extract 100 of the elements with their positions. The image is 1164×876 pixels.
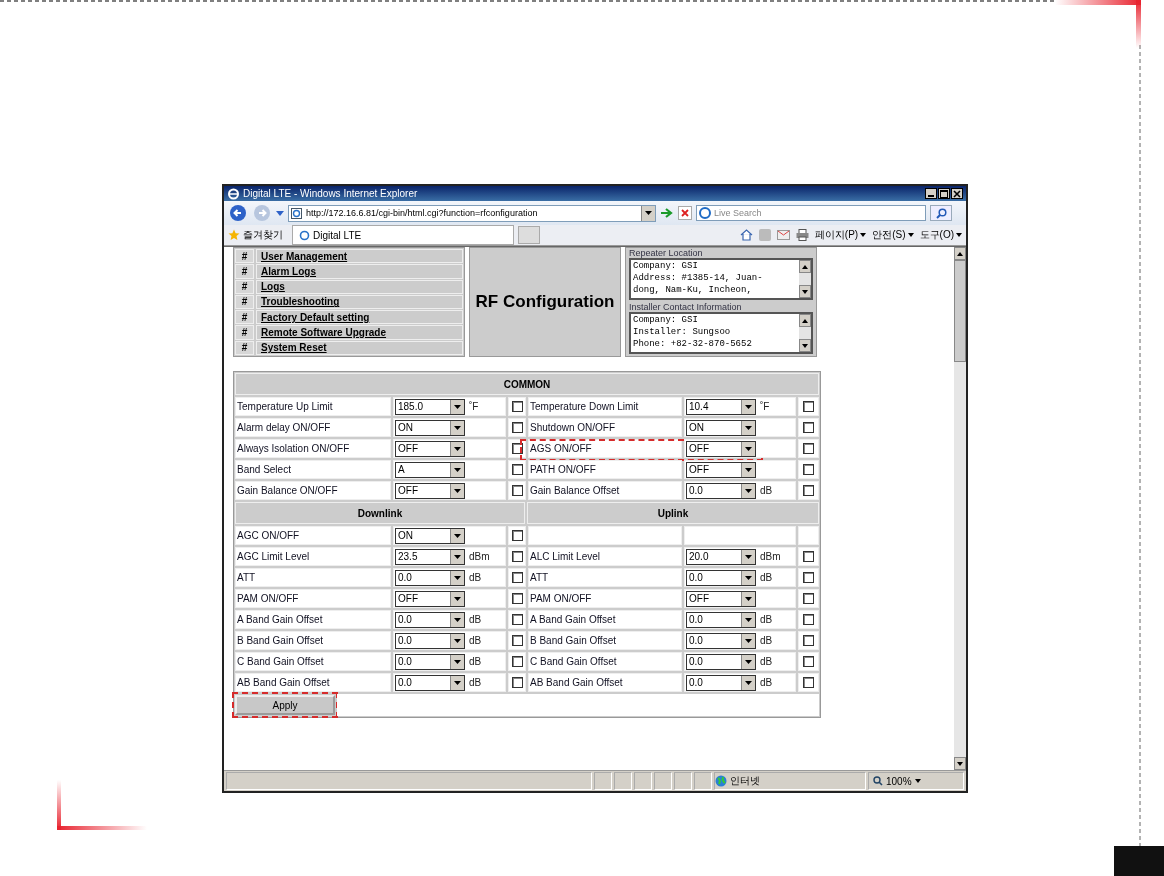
mail-icon[interactable] bbox=[776, 230, 790, 240]
caret-icon[interactable] bbox=[745, 488, 752, 493]
dropdown[interactable]: 20.0 bbox=[686, 548, 756, 565]
stop-icon[interactable] bbox=[678, 206, 692, 220]
dropdown[interactable]: OFF bbox=[686, 461, 756, 478]
caret-icon[interactable] bbox=[454, 488, 461, 493]
scroll-bar[interactable] bbox=[799, 314, 811, 352]
checkbox[interactable] bbox=[803, 635, 814, 646]
checkbox[interactable] bbox=[511, 635, 523, 646]
checkbox[interactable] bbox=[511, 443, 523, 454]
caret-icon[interactable] bbox=[745, 467, 752, 472]
dropdown[interactable]: OFF bbox=[395, 590, 465, 607]
dropdown[interactable]: 0.0 bbox=[686, 653, 756, 670]
dropdown[interactable]: OFF bbox=[395, 482, 465, 499]
checkbox[interactable] bbox=[511, 593, 523, 604]
checkbox[interactable] bbox=[803, 677, 814, 688]
caret-icon[interactable] bbox=[745, 617, 752, 622]
caret-icon[interactable] bbox=[956, 233, 962, 237]
up-arrow-icon[interactable] bbox=[802, 264, 808, 269]
close-button[interactable] bbox=[951, 188, 963, 199]
down-arrow-icon[interactable] bbox=[802, 289, 808, 294]
search-field[interactable]: Live Search bbox=[696, 205, 926, 221]
checkbox[interactable] bbox=[511, 551, 523, 562]
browser-tab[interactable]: Digital LTE bbox=[292, 225, 514, 245]
apply-button[interactable]: Apply bbox=[235, 695, 335, 715]
checkbox[interactable] bbox=[511, 464, 523, 475]
dropdown[interactable]: 0.0 bbox=[686, 611, 756, 628]
checkbox[interactable] bbox=[803, 464, 814, 475]
scroll-bar[interactable] bbox=[954, 247, 966, 770]
checkbox[interactable] bbox=[511, 401, 523, 412]
checkbox[interactable] bbox=[803, 572, 814, 583]
caret-icon[interactable] bbox=[454, 680, 461, 685]
caret-icon[interactable] bbox=[454, 404, 461, 409]
caret-icon[interactable] bbox=[745, 596, 752, 601]
dropdown[interactable]: A bbox=[395, 461, 465, 478]
caret-icon[interactable] bbox=[745, 575, 752, 580]
dropdown[interactable]: 10.4 bbox=[686, 398, 756, 415]
dropdown[interactable]: OFF bbox=[686, 590, 756, 607]
go-arrow-icon[interactable] bbox=[660, 207, 674, 219]
caret-icon[interactable] bbox=[745, 404, 752, 409]
command-menu[interactable]: 도구(O) bbox=[919, 228, 954, 242]
zoom-level[interactable]: 100% bbox=[886, 775, 912, 787]
dropdown[interactable]: 185.0 bbox=[395, 398, 465, 415]
checkbox[interactable] bbox=[511, 422, 523, 433]
dropdown[interactable]: OFF bbox=[686, 440, 756, 457]
caret-icon[interactable] bbox=[645, 211, 652, 215]
dropdown[interactable]: ON bbox=[395, 527, 465, 544]
text-area[interactable]: Company: GSI Address: #1385-14, Juan- dong, Nam-Ku, Incheon, bbox=[629, 258, 813, 300]
caret-icon[interactable] bbox=[454, 533, 461, 538]
dropdown[interactable]: 0.0 bbox=[686, 569, 756, 586]
caret-icon[interactable] bbox=[745, 554, 752, 559]
caret-icon[interactable] bbox=[454, 638, 461, 643]
checkbox[interactable] bbox=[511, 614, 523, 625]
maximize-button[interactable] bbox=[938, 188, 950, 199]
dropdown[interactable]: ON bbox=[686, 419, 756, 436]
printer-icon[interactable] bbox=[795, 229, 809, 241]
caret-icon[interactable] bbox=[454, 425, 461, 430]
caret-icon[interactable] bbox=[454, 554, 461, 559]
dropdown[interactable]: 0.0 bbox=[686, 482, 756, 499]
caret-icon[interactable] bbox=[454, 617, 461, 622]
back-button[interactable] bbox=[228, 203, 248, 223]
caret-icon[interactable] bbox=[745, 446, 752, 451]
down-arrow-icon[interactable] bbox=[802, 343, 808, 348]
search-button[interactable] bbox=[930, 205, 952, 221]
caret-icon[interactable] bbox=[745, 659, 752, 664]
caret-icon[interactable] bbox=[454, 467, 461, 472]
checkbox[interactable] bbox=[511, 677, 523, 688]
up-arrow-icon[interactable] bbox=[802, 318, 808, 323]
home-icon[interactable] bbox=[739, 229, 753, 241]
dropdown[interactable]: OFF bbox=[395, 440, 465, 457]
caret-icon[interactable] bbox=[454, 596, 461, 601]
dropdown[interactable]: 0.0 bbox=[395, 674, 465, 691]
dropdown[interactable]: 23.5 bbox=[395, 548, 465, 565]
checkbox[interactable] bbox=[803, 401, 814, 412]
text-area[interactable]: Company: GSI Installer: Sungsoo Phone: +82-32-870-5652 bbox=[629, 312, 813, 354]
dropdown[interactable]: 0.0 bbox=[686, 674, 756, 691]
favorites-button[interactable]: 즐겨찾기 bbox=[228, 228, 288, 242]
dropdown[interactable]: 0.0 bbox=[395, 653, 465, 670]
caret-icon[interactable] bbox=[860, 233, 867, 237]
checkbox[interactable] bbox=[803, 593, 814, 604]
command-menu[interactable]: 페이지(P) bbox=[814, 228, 859, 242]
dropdown[interactable]: 0.0 bbox=[686, 632, 756, 649]
caret-icon[interactable] bbox=[454, 575, 461, 580]
checkbox[interactable] bbox=[803, 485, 814, 496]
up-arrow-icon[interactable] bbox=[957, 251, 963, 256]
checkbox[interactable] bbox=[803, 551, 814, 562]
checkbox[interactable] bbox=[803, 614, 814, 625]
caret-icon[interactable] bbox=[745, 425, 752, 430]
caret-icon[interactable] bbox=[454, 446, 461, 451]
checkbox[interactable] bbox=[511, 530, 523, 541]
dropdown[interactable]: 0.0 bbox=[395, 569, 465, 586]
caret-icon[interactable] bbox=[745, 680, 752, 685]
caret-icon[interactable] bbox=[907, 233, 914, 237]
scroll-thumb[interactable] bbox=[954, 260, 966, 362]
down-arrow-icon[interactable] bbox=[957, 761, 963, 766]
dropdown[interactable]: ON bbox=[395, 419, 465, 436]
checkbox[interactable] bbox=[511, 656, 523, 667]
command-menu[interactable]: 안전(S) bbox=[872, 228, 906, 242]
caret-icon[interactable] bbox=[745, 638, 752, 643]
checkbox[interactable] bbox=[803, 422, 814, 433]
